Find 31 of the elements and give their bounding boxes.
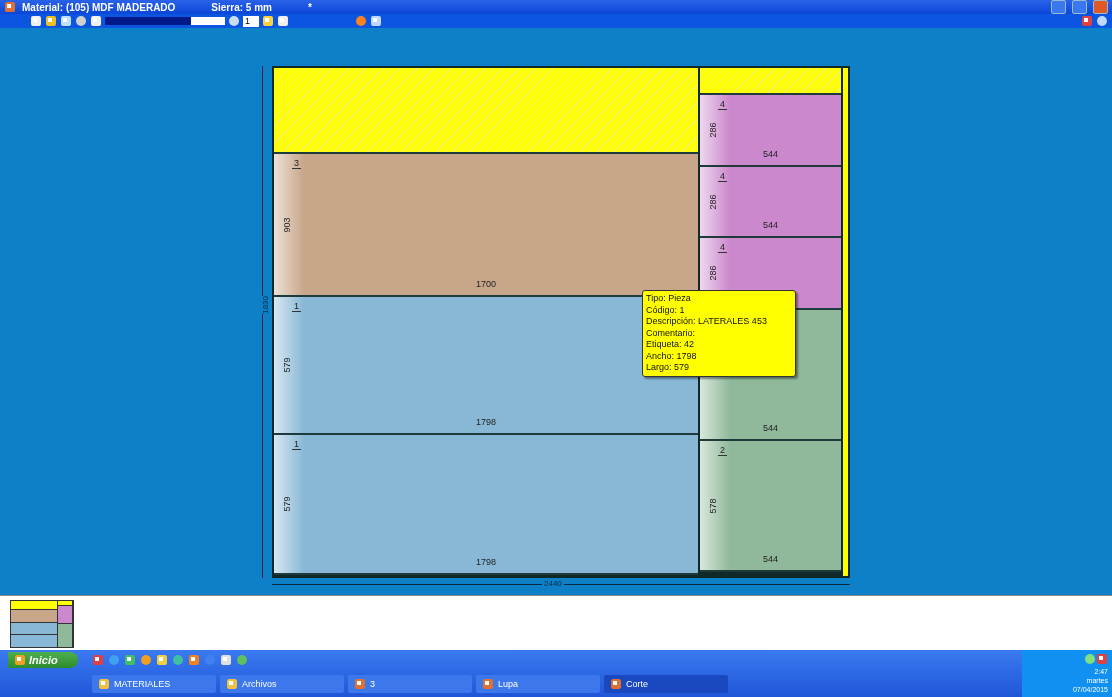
board-height: 1830: [261, 296, 270, 314]
modified-mark: *: [307, 1, 312, 13]
piece-height: 578: [708, 498, 718, 513]
tooltip-line: Código: 1: [646, 304, 686, 316]
tooltip-line: Etiqueta: 42: [646, 339, 696, 351]
tooltip-line: Ancho: 1798: [646, 350, 698, 362]
piece-number: 4: [718, 99, 727, 110]
piece-number: 4: [718, 242, 727, 253]
piece-width: 1700: [476, 279, 496, 289]
piece-height: 579: [282, 496, 292, 512]
piece-height: 903: [282, 217, 292, 232]
window-title: Material: (105) MDF MADERADO: [22, 1, 176, 13]
piece-number: 2: [718, 445, 727, 456]
board-width: 2440: [542, 579, 564, 588]
saw-label: Sierra: 5 mm: [211, 1, 272, 13]
piece-number: 1: [292, 301, 301, 312]
piece-width: 1798: [476, 417, 496, 427]
piece-number: 4: [718, 171, 727, 182]
tooltip-line: Comentario:: [646, 327, 697, 339]
piece-number: 1: [292, 439, 301, 450]
piece-number: 3: [292, 158, 301, 169]
piece-width: 544: [763, 220, 778, 230]
piece-height: 286: [708, 122, 718, 138]
piece-height: 579: [282, 357, 292, 373]
piece-width: 1798: [476, 557, 496, 567]
piece-width: 544: [763, 423, 778, 433]
piece-width: 544: [763, 149, 778, 159]
piece-height: 286: [708, 194, 718, 209]
piece-height: 286: [708, 265, 718, 281]
piece-width: 544: [763, 554, 778, 564]
tooltip-line: Largo: 579: [646, 362, 691, 374]
